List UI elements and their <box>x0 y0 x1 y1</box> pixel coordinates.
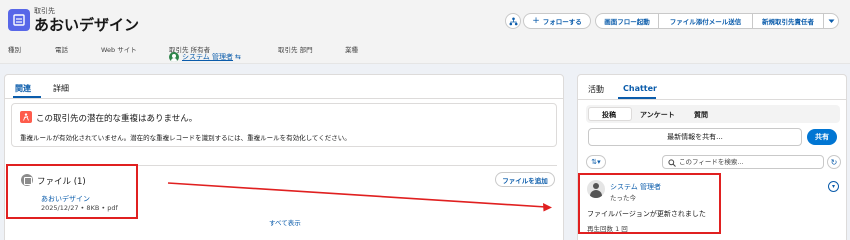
active-tab-indicator <box>13 96 41 98</box>
field-department-label: 取引先 部門 <box>278 46 313 54</box>
add-file-button[interactable]: ファイルを追加 <box>495 172 555 187</box>
duplicate-icon <box>20 111 32 123</box>
account-icon <box>8 9 30 31</box>
owner-value: システム 管理者 ⇆ <box>169 52 241 62</box>
chevron-down-icon: ▾ <box>831 183 835 190</box>
change-owner-icon[interactable]: ⇆ <box>235 53 241 61</box>
share-input[interactable]: 最新情報を共有... <box>588 128 802 146</box>
files-title: ファイル (1) <box>37 177 86 187</box>
activity-panel: 活動 Chatter 投稿 アンケート 質問 最新情報を共有... 共有 ⇅▾ … <box>577 74 847 240</box>
share-button[interactable]: 共有 <box>807 129 837 145</box>
files-card: ファイル (1) ファイルを追加 あおいデザイン 2025/12/27 • 8K… <box>11 165 557 227</box>
refresh-icon: ↻ <box>830 157 838 167</box>
post-view-count: 再生回数 1 回 <box>587 225 628 233</box>
follow-button[interactable]: + フォローする <box>523 13 591 29</box>
field-type-label: 種別 <box>8 46 21 54</box>
left-tabs: 関連 詳細 <box>5 75 563 99</box>
related-panel: 関連 詳細 この取引先の潜在的な重複はありません。 重複ルールが有効化されていま… <box>4 74 564 240</box>
file-link[interactable]: あおいデザイン <box>41 194 90 204</box>
tab-related[interactable]: 関連 <box>15 83 31 94</box>
post-author[interactable]: システム 管理者 <box>610 182 661 192</box>
owner-link[interactable]: システム 管理者 <box>182 52 233 62</box>
post-menu-button[interactable]: ▾ <box>828 181 839 192</box>
record-header: 取引先 あおいデザイン + フォローする 画面フロー起動 ファイル添付メール送信… <box>0 0 850 64</box>
file-icon <box>21 174 33 186</box>
sort-button[interactable]: ⇅▾ <box>586 155 606 169</box>
avatar <box>169 52 179 62</box>
search-icon <box>668 159 676 167</box>
view-all-link[interactable]: すべて表示 <box>269 217 301 227</box>
tab-details[interactable]: 詳細 <box>53 83 69 94</box>
duplicate-check-card: この取引先の潜在的な重複はありません。 重複ルールが有効化されていません。潜在的… <box>11 103 557 147</box>
tab-chatter[interactable]: Chatter <box>623 84 657 93</box>
publisher-tabs: 投稿 アンケート 質問 <box>586 105 840 123</box>
subtab-poll[interactable]: アンケート <box>640 110 675 120</box>
feed-search[interactable] <box>662 155 824 169</box>
field-website-label: Web サイト <box>101 46 137 54</box>
more-actions-button[interactable] <box>823 13 839 29</box>
duplicate-body: 重複ルールが有効化されていません。潜在的な重複レコードを識別するには、重複ルール… <box>20 134 351 142</box>
follow-label: フォローする <box>542 18 582 26</box>
sort-icon: ⇅▾ <box>591 158 601 166</box>
action-button-group: 画面フロー起動 ファイル添付メール送信 新規取引先責任者 <box>595 13 839 29</box>
subtab-question[interactable]: 質問 <box>694 110 708 120</box>
file-meta: 2025/12/27 • 8KB • pdf <box>41 204 118 212</box>
feed-search-input[interactable] <box>679 157 819 167</box>
new-owner-button[interactable]: 新規取引先責任者 <box>752 13 824 29</box>
highlight-fields: 種別 電話 Web サイト 取引先 所有者 取引先 部門 業種 <box>0 44 850 64</box>
post-time[interactable]: たった今 <box>610 192 636 202</box>
tab-divider <box>578 99 846 100</box>
field-phone-label: 電話 <box>55 46 68 54</box>
avatar[interactable] <box>587 180 605 198</box>
screen-flow-button[interactable]: 画面フロー起動 <box>595 13 659 29</box>
chevron-down-icon <box>828 19 834 23</box>
hierarchy-button[interactable] <box>505 13 521 29</box>
hierarchy-icon <box>509 17 518 26</box>
plus-icon: + <box>532 16 540 26</box>
record-title: あおいデザイン <box>34 16 140 34</box>
duplicate-title: この取引先の潜在的な重複はありません。 <box>36 114 198 124</box>
field-industry-label: 業種 <box>345 46 358 54</box>
file-mail-button[interactable]: ファイル添付メール送信 <box>658 13 753 29</box>
tab-activity[interactable]: 活動 <box>588 84 604 95</box>
post-body: ファイルバージョンが更新されました <box>587 210 706 218</box>
subtab-post[interactable]: 投稿 <box>602 110 616 120</box>
refresh-button[interactable]: ↻ <box>827 155 841 169</box>
